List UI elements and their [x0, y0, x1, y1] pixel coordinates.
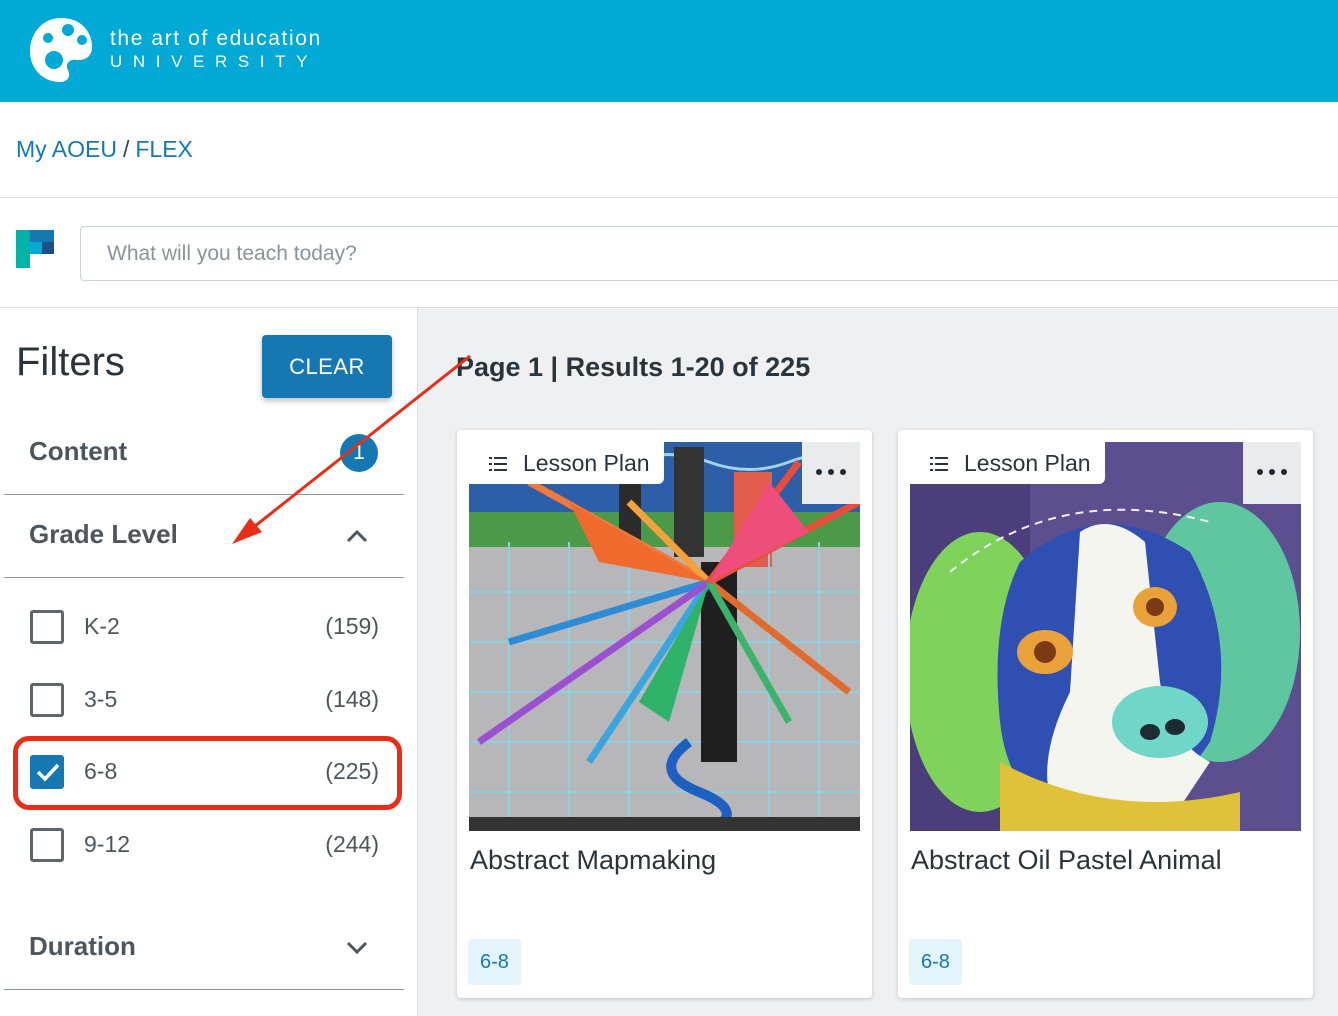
logo-line1: the art of education: [110, 27, 322, 50]
chevron-up-icon[interactable]: [346, 529, 368, 543]
option-count: (244): [325, 831, 379, 857]
chevron-down-icon[interactable]: [346, 941, 368, 955]
grade-option-3-5[interactable]: 3-5 (148): [30, 680, 385, 720]
checkbox[interactable]: [30, 683, 64, 717]
filters-sidebar: [0, 308, 418, 1016]
list-icon: [930, 457, 948, 471]
filter-section-grade-level[interactable]: Grade Level: [29, 519, 178, 550]
flex-logo-icon[interactable]: [16, 230, 54, 268]
grade-option-9-12[interactable]: 9-12 (244): [30, 825, 385, 865]
content-count-badge: 1: [340, 434, 378, 472]
result-card[interactable]: Lesson Plan Abstract Mapmaking 6-8: [457, 430, 872, 998]
breadcrumb-link-flex[interactable]: FLEX: [135, 136, 193, 162]
more-options-button[interactable]: [1243, 442, 1301, 504]
filter-section-content[interactable]: Content: [29, 436, 127, 467]
grade-option-k-2[interactable]: K-2 (159): [30, 607, 385, 647]
more-dots-icon: [816, 469, 822, 475]
checkbox[interactable]: [30, 610, 64, 644]
card-title[interactable]: Abstract Mapmaking: [470, 845, 716, 876]
content-type-tab: Lesson Plan: [469, 442, 664, 484]
divider: [4, 577, 404, 578]
annotation-highlight-box: [13, 736, 402, 810]
grade-chip: 6-8: [468, 939, 521, 985]
results-heading: Page 1 | Results 1-20 of 225: [456, 352, 811, 382]
logo-line2: UNIVERSITY: [110, 52, 319, 71]
option-label: 3-5: [84, 686, 118, 712]
divider: [4, 494, 404, 495]
more-options-button[interactable]: [802, 442, 860, 504]
search-input[interactable]: [80, 226, 1338, 281]
breadcrumb-separator: /: [122, 136, 130, 162]
option-count: (159): [325, 613, 379, 639]
result-card[interactable]: Lesson Plan Abstract Oil Pastel Animal 6…: [898, 430, 1313, 998]
filters-title: Filters: [16, 340, 125, 384]
checkbox[interactable]: [30, 828, 64, 862]
breadcrumb: My AOEU / FLEX: [16, 136, 193, 163]
divider: [4, 989, 404, 990]
more-dots-icon: [1269, 469, 1275, 475]
card-title[interactable]: Abstract Oil Pastel Animal: [911, 845, 1222, 876]
filter-section-duration[interactable]: Duration: [29, 931, 136, 962]
content-type-tab: Lesson Plan: [910, 442, 1105, 484]
logo-text[interactable]: the art of education UNIVERSITY: [110, 27, 322, 73]
more-dots-icon: [840, 469, 846, 475]
option-count: (148): [325, 686, 379, 712]
more-dots-icon: [1257, 469, 1263, 475]
content-type-label: Lesson Plan: [964, 450, 1091, 476]
content-type-label: Lesson Plan: [523, 450, 650, 476]
more-dots-icon: [828, 469, 834, 475]
option-label: 9-12: [84, 831, 131, 857]
palette-logo-icon[interactable]: [28, 14, 94, 84]
clear-filters-button[interactable]: CLEAR: [262, 335, 392, 398]
grade-chip: 6-8: [909, 939, 962, 985]
list-icon: [489, 457, 507, 471]
option-label: K-2: [84, 613, 120, 639]
breadcrumb-link-my-aoeu[interactable]: My AOEU: [16, 136, 117, 162]
more-dots-icon: [1281, 469, 1287, 475]
top-header: the art of education UNIVERSITY: [0, 0, 1338, 102]
divider: [0, 197, 1338, 198]
